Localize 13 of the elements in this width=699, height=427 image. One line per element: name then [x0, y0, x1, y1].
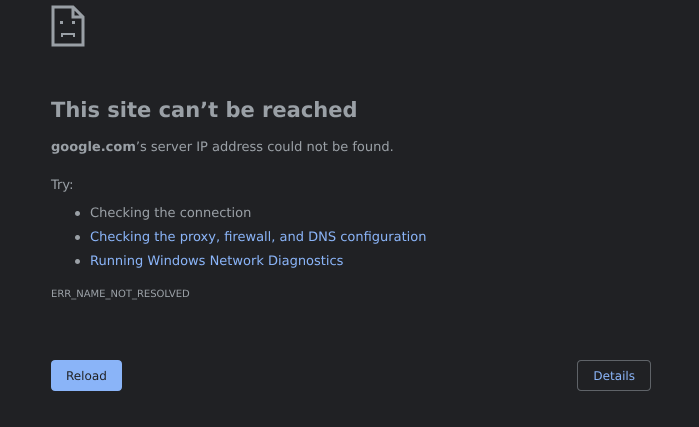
- bullet-icon: [75, 258, 80, 264]
- suggestion-link[interactable]: Checking the proxy, firewall, and DNS configuration: [90, 230, 426, 244]
- error-message: google.com’s server IP address could not be found.: [51, 139, 395, 157]
- reload-button[interactable]: Reload: [51, 360, 122, 391]
- sad-page-icon: [51, 5, 85, 47]
- suggestion-text: Checking the connection: [90, 206, 252, 220]
- bullet-icon: [75, 234, 80, 240]
- suggestion-link[interactable]: Running Windows Network Diagnostics: [90, 254, 344, 268]
- try-label: Try:: [51, 177, 75, 195]
- details-button[interactable]: Details: [577, 360, 651, 391]
- error-heading: This site can’t be reached: [51, 97, 358, 123]
- bullet-icon: [75, 210, 80, 216]
- error-code: ERR_NAME_NOT_RESOLVED: [51, 288, 191, 302]
